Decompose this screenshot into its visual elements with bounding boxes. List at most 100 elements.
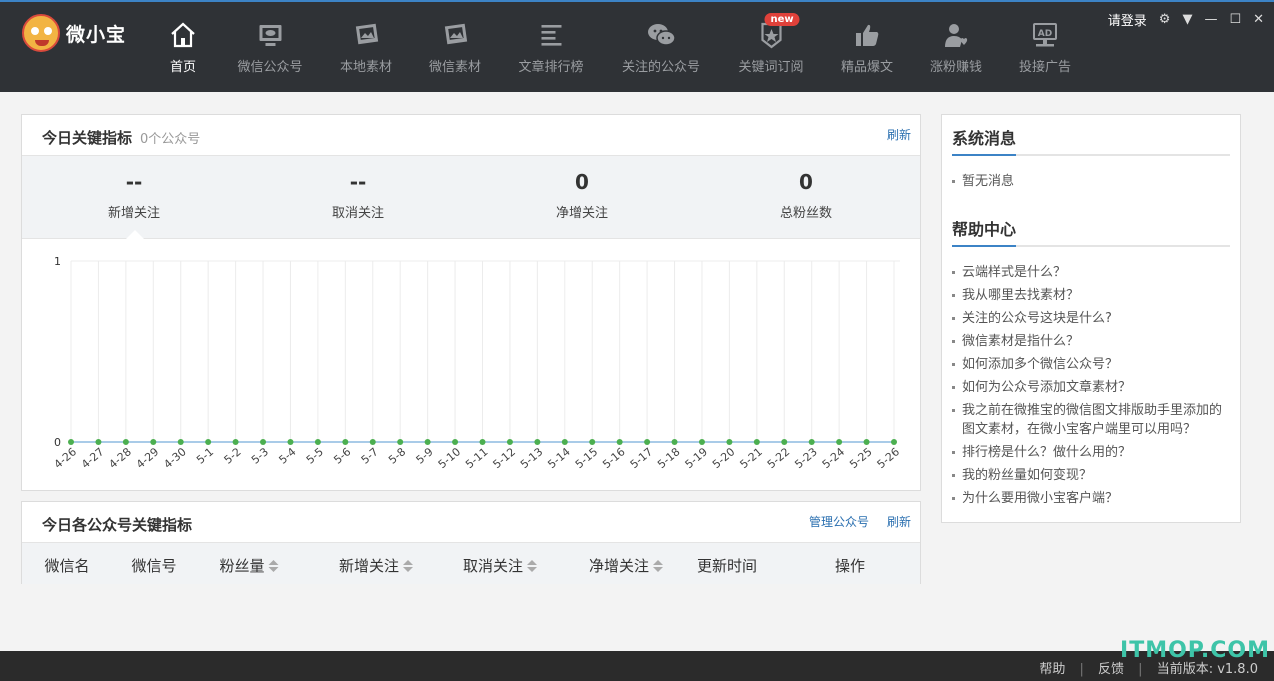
x-tick-label: 4-27 (79, 445, 106, 471)
column-header-label: 净增关注 (588, 557, 650, 575)
x-tick-label: 5-22 (765, 445, 792, 471)
nav-tab-label: 精品爆文 (840, 60, 894, 75)
column-header[interactable]: 净增关注 (588, 555, 664, 576)
x-tick-label: 5-16 (600, 445, 627, 471)
footer-feedback-link[interactable]: 反馈 (1098, 662, 1124, 677)
column-header[interactable]: 新增关注 (338, 555, 414, 576)
data-point (836, 439, 843, 445)
status-bar: 帮助 | 反馈 | 当前版本: v1.8.0 (0, 651, 1274, 681)
close-icon[interactable]: ✕ (1253, 12, 1264, 27)
data-point (287, 439, 294, 445)
data-point (177, 439, 184, 445)
nav-tab-1[interactable]: 微信公众号 (237, 20, 303, 75)
data-point (68, 439, 74, 445)
section-divider (952, 245, 1230, 247)
x-tick-label: 5-7 (359, 445, 381, 467)
monitor-icon (255, 20, 285, 50)
data-point (644, 439, 651, 445)
x-tick-label: 5-11 (463, 445, 490, 471)
sort-arrows-icon[interactable] (653, 559, 664, 574)
nav-tab-9[interactable]: AD 投接广告 (1019, 20, 1071, 75)
column-header-label: 操作 (834, 557, 866, 575)
help-article-link[interactable]: 为什么要用微小宝客户端？ (952, 489, 1232, 508)
sort-arrows-icon[interactable] (403, 559, 414, 574)
x-tick-label: 5-14 (545, 445, 572, 471)
data-point (150, 439, 157, 445)
data-point (342, 439, 349, 445)
help-article-link[interactable]: 排行榜是什么？做什么用的？ (952, 443, 1232, 462)
login-link[interactable]: 请登录 (1108, 10, 1147, 29)
list-icon (536, 20, 566, 50)
help-article-link[interactable]: 如何为公众号添加文章素材？ (952, 378, 1232, 397)
data-point (726, 439, 733, 445)
column-header[interactable]: 取消关注 (463, 555, 538, 576)
nav-tab-2[interactable]: 本地素材 (340, 20, 392, 75)
kpi-bar: -- 新增关注 -- 取消关注 0 净增关注 0 总粉丝数 (22, 155, 920, 239)
data-point (369, 439, 376, 445)
sort-arrows-icon[interactable] (527, 559, 538, 574)
help-article-link[interactable]: 微信素材是指什么？ (952, 332, 1232, 351)
footer-help-link[interactable]: 帮助 (1039, 662, 1065, 677)
x-tick-label: 5-9 (414, 445, 436, 467)
accounts-refresh-link[interactable]: 刷新 (887, 513, 911, 530)
y-tick-label: 0 (54, 436, 61, 449)
system-message-item: 暂无消息 (952, 172, 1232, 191)
data-point (561, 439, 568, 445)
thumbs-up-icon (852, 20, 882, 50)
user-heart-icon (941, 20, 971, 50)
kpi-label: 净增关注 (555, 206, 608, 221)
manage-accounts-link[interactable]: 管理公众号 (809, 513, 869, 530)
nav-tab-label: 投接广告 (1018, 60, 1072, 75)
nav-tab-8[interactable]: 涨粉赚钱 (930, 20, 982, 75)
metrics-refresh-link[interactable]: 刷新 (887, 126, 911, 143)
sort-arrows-icon[interactable] (268, 559, 279, 574)
help-article-link[interactable]: 我之前在微推宝的微信图文排版助手里添加的图文素材，在微小宝客户端里可以用吗？ (952, 401, 1232, 439)
nav-tab-5[interactable]: 关注的公众号 (622, 20, 700, 75)
data-point (506, 439, 513, 445)
picture-icon (351, 20, 381, 50)
wechat-icon (646, 20, 676, 50)
nav-tab-label: 文章排行榜 (518, 60, 584, 75)
kpi-label: 取消关注 (331, 206, 384, 221)
x-tick-label: 5-25 (847, 445, 874, 471)
kpi-net-follows[interactable]: 0 净增关注 (470, 170, 694, 221)
kpi-value: 0 (575, 170, 589, 194)
app-logo[interactable]: 微小宝 (22, 14, 126, 52)
kpi-value: -- (125, 170, 143, 194)
column-header-label: 新增关注 (338, 557, 400, 575)
column-header-label: 粉丝量 (219, 557, 265, 575)
column-header[interactable]: 粉丝量 (219, 555, 279, 576)
data-point (781, 439, 788, 445)
nav-tab-6[interactable]: 关键词订阅 new (738, 13, 804, 75)
help-article-link[interactable]: 我的粉丝量如何变现？ (952, 466, 1232, 485)
dropdown-menu-icon[interactable]: ▼ (1182, 12, 1192, 27)
nav-tab-4[interactable]: 文章排行榜 (518, 20, 584, 75)
kpi-new-follows[interactable]: -- 新增关注 (22, 170, 246, 221)
section-divider (952, 154, 1230, 156)
help-article-link[interactable]: 如何添加多个微信公众号？ (952, 355, 1232, 374)
help-article-link[interactable]: 我从哪里去找素材？ (952, 286, 1232, 305)
maximize-icon[interactable]: ☐ (1229, 12, 1241, 27)
nav-tab-7[interactable]: 精品爆文 (841, 20, 893, 75)
x-tick-label: 5-6 (331, 445, 353, 467)
minimize-icon[interactable]: — (1204, 12, 1217, 27)
x-tick-label: 5-26 (875, 445, 902, 471)
kpi-value: -- (349, 170, 367, 194)
accounts-table-header: 微信名 微信号 粉丝量 新增关注 取消关注 净增关注 更新时间 操作 (22, 542, 920, 584)
help-article-link[interactable]: 关注的公众号这块是什么? (952, 309, 1232, 328)
kpi-unfollows[interactable]: -- 取消关注 (246, 170, 470, 221)
data-point (753, 439, 760, 445)
nav-tab-0[interactable]: 首页 (168, 20, 198, 75)
x-tick-label: 4-28 (106, 445, 133, 471)
nav-tab-label: 关键词订阅 (738, 60, 804, 75)
help-article-link[interactable]: 云端样式是什么？ (952, 263, 1232, 282)
data-point (808, 439, 815, 445)
column-header: 微信号 (131, 555, 176, 576)
x-tick-label: 5-21 (737, 445, 764, 471)
nav-tab-label: 首页 (169, 60, 196, 75)
kpi-total-fans[interactable]: 0 总粉丝数 (694, 170, 918, 221)
column-header-label: 微信名 (44, 557, 90, 575)
nav-tab-3[interactable]: 微信素材 (429, 20, 481, 75)
watermark: ITMOP.COM (1120, 638, 1270, 663)
settings-gear-icon[interactable]: ⚙ (1159, 12, 1171, 27)
